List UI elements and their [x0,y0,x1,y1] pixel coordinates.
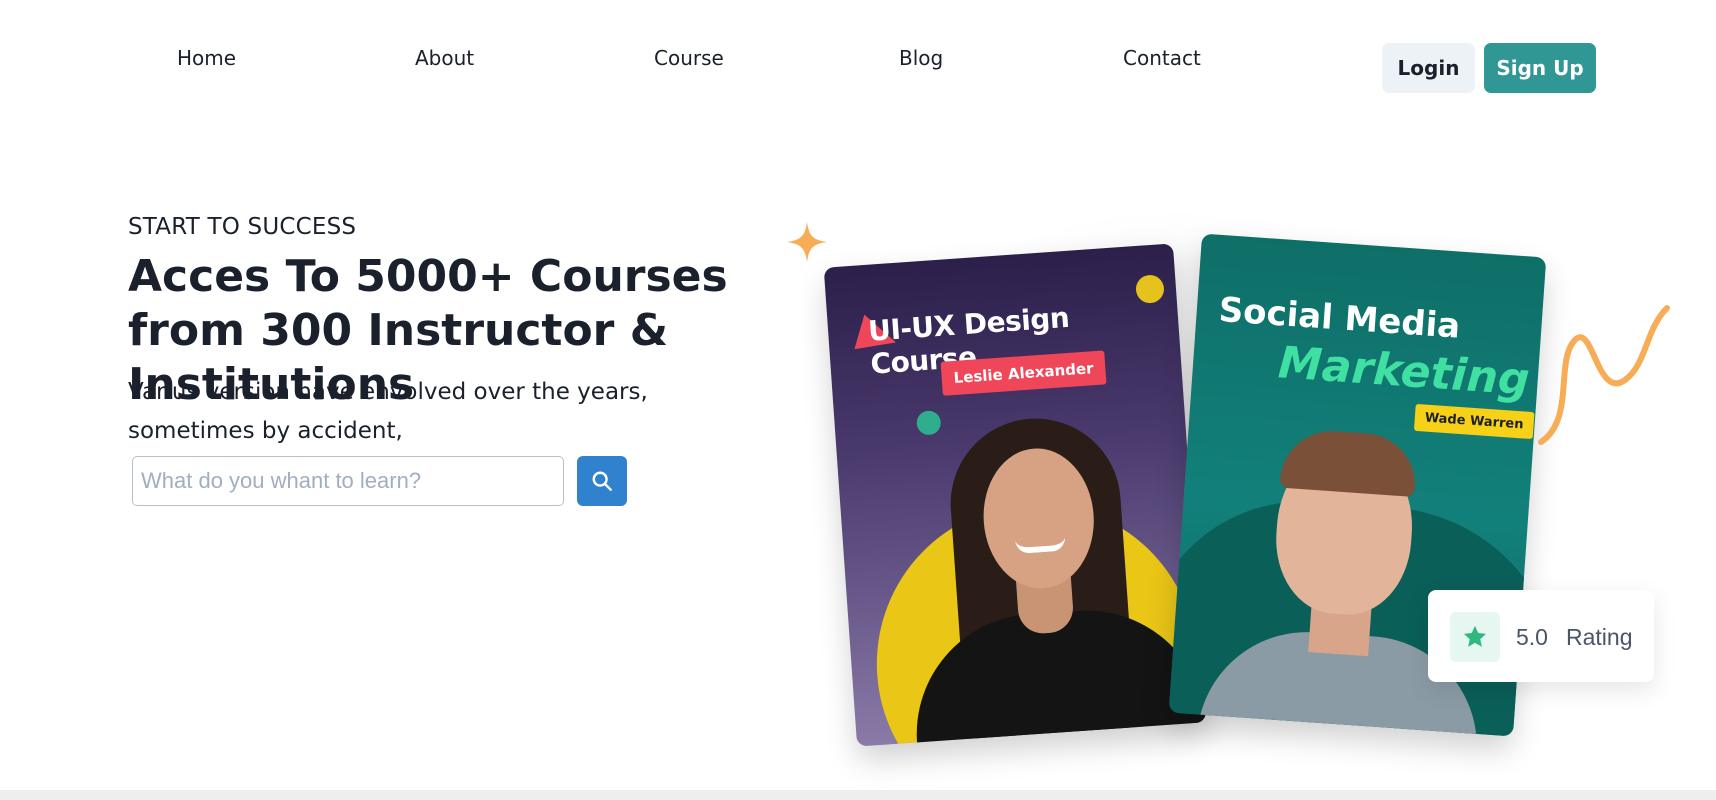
squiggle-decoration [1538,305,1670,445]
section-divider [0,790,1716,800]
rating-label: Rating [1566,624,1633,650]
decor-green-dot [915,410,942,436]
rating-icon-box [1450,612,1500,662]
sparkle-icon [787,222,827,262]
nav-link-home[interactable]: Home [177,46,236,70]
hero-eyebrow: START TO SUCCESS [128,214,357,240]
search-icon [592,471,612,491]
star-icon [1463,625,1487,647]
course-card-design[interactable]: UI-UX Design Course Leslie Alexander [823,243,1207,747]
course-title-marketing-line2: Marketing [1276,337,1532,406]
rating-value: 5.0 [1516,624,1548,650]
nav-link-blog[interactable]: Blog [899,46,943,70]
course-title-marketing-line1: Social Media [1217,289,1462,347]
rating-badge: 5.0 Rating [1428,590,1654,682]
login-button[interactable]: Login [1382,43,1475,93]
instructor-tag-marketing: Wade Warren [1413,403,1535,440]
nav-link-contact[interactable]: Contact [1123,46,1201,70]
nav-link-about[interactable]: About [415,46,474,70]
search-input[interactable] [132,456,564,506]
signup-button[interactable]: Sign Up [1484,43,1596,93]
hero-subtext: Varius version have envolved over the ye… [128,379,648,444]
search-button[interactable] [577,456,627,506]
top-nav: Home About Course Blog Contact Login Sig… [0,0,1716,120]
nav-link-course[interactable]: Course [654,46,724,70]
